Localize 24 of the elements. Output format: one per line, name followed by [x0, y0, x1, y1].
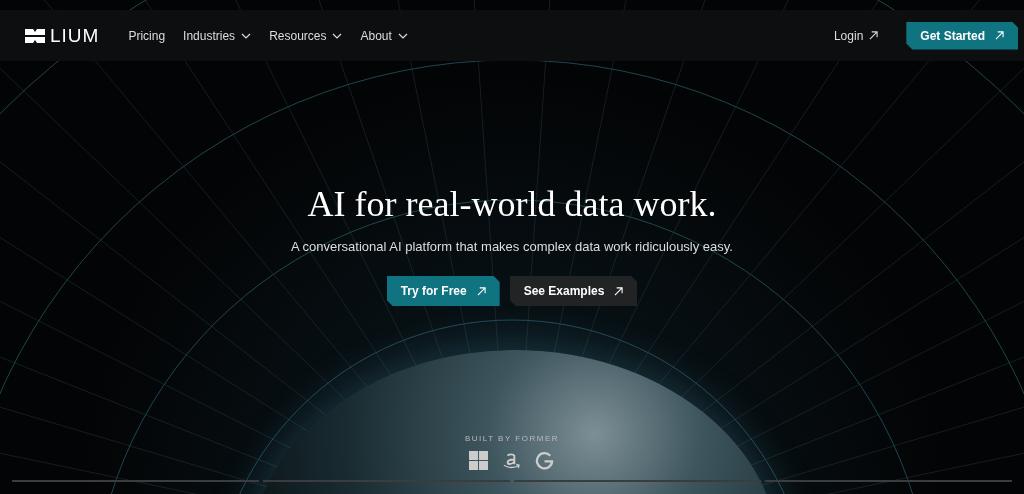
- logo[interactable]: LIUM: [25, 24, 100, 47]
- nav-link[interactable]: Resources: [269, 28, 343, 43]
- nav-link[interactable]: About: [360, 28, 408, 43]
- arrow-up-right-icon: [995, 31, 1004, 40]
- chevron-down-icon: [397, 32, 408, 39]
- hero-title: AI for real-world data work.: [307, 183, 717, 225]
- arrow-up-right-icon: [476, 286, 486, 296]
- get-started-button[interactable]: Get Started: [906, 21, 1018, 50]
- nav-link[interactable]: Pricing: [128, 28, 166, 43]
- logo-text: LIUM: [50, 24, 100, 47]
- google-logo-icon: [535, 451, 555, 470]
- hero-subtitle: A conversational AI platform that makes complex data work ridiculously easy.: [291, 239, 733, 254]
- logo-icon: [25, 28, 45, 43]
- chevron-down-icon: [241, 32, 252, 39]
- arrow-up-right-icon: [869, 31, 879, 40]
- amazon-logo-icon: [502, 451, 522, 470]
- built-by-label: BUILT BY FORMER: [464, 434, 560, 443]
- arrow-up-right-icon: [614, 286, 624, 296]
- see-examples-button[interactable]: See Examples: [509, 276, 638, 306]
- try-free-button[interactable]: Try for Free: [386, 276, 500, 306]
- login-link[interactable]: Login: [833, 28, 879, 43]
- chevron-down-icon: [332, 32, 343, 39]
- nav-link[interactable]: Industries: [183, 28, 252, 43]
- windows-logo-icon: [469, 451, 489, 470]
